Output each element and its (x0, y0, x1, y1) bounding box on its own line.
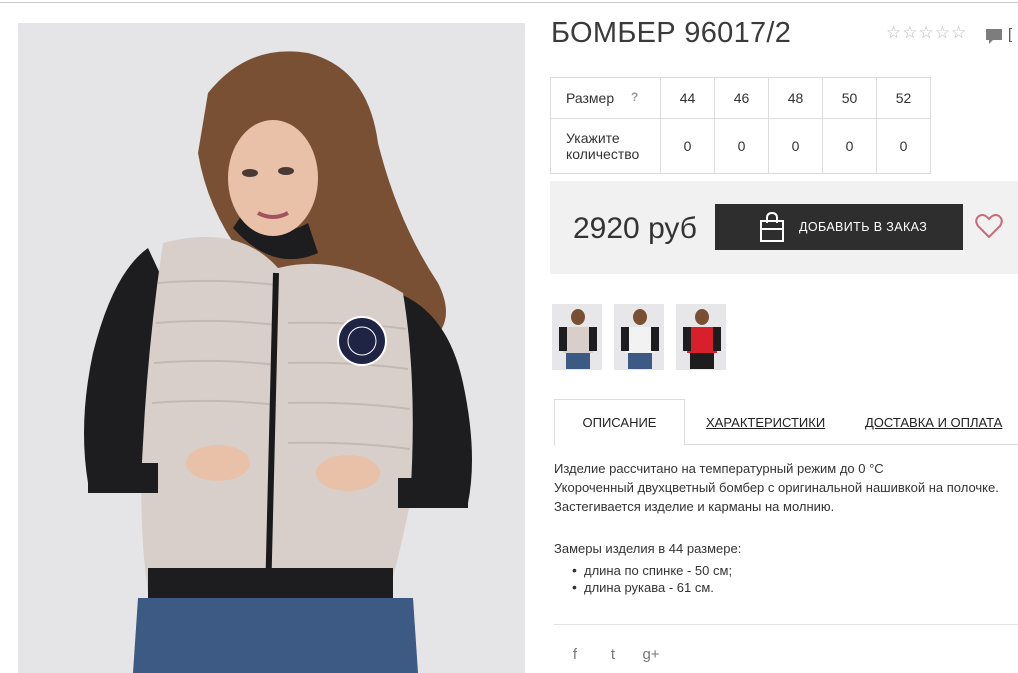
tab-delivery-payment[interactable]: ДОСТАВКА И ОПЛАТА (865, 399, 1002, 445)
size-table: Размер ? 44 46 48 50 52 Укажите количест… (550, 77, 931, 174)
star-icon[interactable]: ☆ (886, 24, 901, 42)
shopping-bag-icon (760, 211, 784, 242)
more-icon[interactable]: [ (1008, 26, 1012, 43)
measurements-title: Замеры изделия в 44 размере: (554, 541, 742, 556)
add-to-order-label: ДОБАВИТЬ В ЗАКАЗ (799, 220, 928, 234)
twitter-icon[interactable]: t (604, 646, 622, 663)
product-photo[interactable] (18, 23, 525, 673)
description-line: Застегивается изделие и карманы на молни… (554, 499, 835, 514)
description-line: Изделие рассчитано на температурный режи… (554, 461, 884, 476)
rating-stars[interactable]: ☆ ☆ ☆ ☆ ☆ (886, 24, 966, 42)
thumbnail-red[interactable] (676, 304, 726, 370)
size-48: 48 (768, 77, 823, 119)
size-label: Размер (566, 90, 615, 106)
quantity-row: Укажите количество 0 0 0 0 0 (550, 118, 931, 174)
size-row: Размер ? 44 46 48 50 52 (550, 77, 931, 119)
quantity-input-50[interactable]: 0 (822, 118, 877, 174)
star-icon[interactable]: ☆ (935, 24, 950, 42)
tab-characteristics[interactable]: ХАРАКТЕРИСТИКИ (706, 399, 825, 445)
quantity-input-44[interactable]: 0 (660, 118, 715, 174)
facebook-icon[interactable]: f (566, 646, 584, 663)
description-line: Укороченный двухцветный бомбер с оригина… (554, 480, 999, 495)
thumbnail-white[interactable] (614, 304, 664, 370)
google-plus-icon[interactable]: g+ (642, 646, 660, 663)
quantity-label-line1: Укажите (566, 130, 620, 146)
tab-description[interactable]: ОПИСАНИЕ (554, 399, 685, 446)
social-divider (554, 624, 1018, 625)
thumbnail-beige[interactable] (552, 304, 602, 370)
add-to-order-button[interactable]: ДОБАВИТЬ В ЗАКАЗ (715, 204, 963, 250)
size-help-icon[interactable]: ? (631, 90, 638, 104)
list-item: длина по спинке - 50 см; (572, 562, 732, 579)
description-text: Изделие рассчитано на температурный режи… (554, 459, 1018, 516)
quantity-input-48[interactable]: 0 (768, 118, 823, 174)
comment-icon[interactable] (984, 26, 1004, 46)
list-item: длина рукава - 61 см. (572, 579, 732, 596)
info-tabs: ОПИСАНИЕ ХАРАКТЕРИСТИКИ ДОСТАВКА И ОПЛАТ… (554, 399, 1018, 446)
top-divider (0, 2, 1018, 3)
size-label-cell: Размер ? (550, 77, 661, 119)
social-share: f t g+ (566, 646, 660, 663)
quantity-label: Укажите количество (550, 118, 661, 174)
quantity-label-line2: количество (566, 146, 640, 162)
size-52: 52 (876, 77, 931, 119)
thumbnail-strip (552, 304, 726, 370)
buy-box: 2920 руб ДОБАВИТЬ В ЗАКАЗ (550, 181, 1018, 274)
star-icon[interactable]: ☆ (902, 24, 917, 42)
size-50: 50 (822, 77, 877, 119)
product-title: БОМБЕР 96017/2 (551, 17, 792, 49)
size-44: 44 (660, 77, 715, 119)
star-icon[interactable]: ☆ (919, 24, 934, 42)
price: 2920 руб (573, 212, 697, 245)
heart-icon[interactable] (975, 213, 1003, 239)
star-icon[interactable]: ☆ (951, 24, 966, 42)
measurements-list: длина по спинке - 50 см; длина рукава - … (572, 562, 732, 596)
quantity-input-46[interactable]: 0 (714, 118, 769, 174)
quantity-input-52[interactable]: 0 (876, 118, 931, 174)
size-46: 46 (714, 77, 769, 119)
